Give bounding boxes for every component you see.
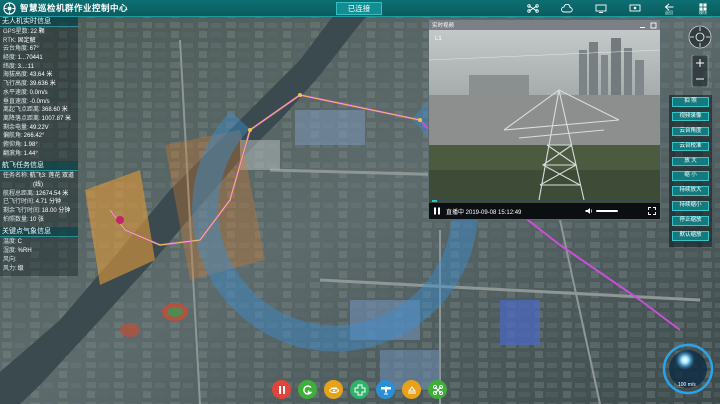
info-row: 剩余飞行时间: 18.00 分钟 <box>3 208 71 215</box>
app-title: 智慧巡检机群作业控制中心 <box>20 3 129 13</box>
monitor-icon[interactable] <box>592 3 610 15</box>
drone-icon <box>328 387 339 393</box>
info-row: 离起飞点距离: 368.60 米 <box>3 107 68 114</box>
drone-info-list: GPS星数: 22 颗 RTK: 固定解 云台角度: 67° 经度: 1...70441… <box>0 27 78 162</box>
pause-icon[interactable] <box>433 207 441 215</box>
position-button[interactable] <box>350 380 369 399</box>
gimbal-angle-button[interactable]: 云台角度 <box>672 126 709 137</box>
live-status-text: 直播中 2019-09-08 15:12:49 <box>446 209 522 216</box>
route-icon <box>302 384 312 395</box>
info-row: 海拔高度: 43.64 米 <box>3 72 53 79</box>
camera-tag: L1 <box>435 36 442 42</box>
stop-zoom-button[interactable]: 停止缩放 <box>672 216 709 226</box>
info-row: 航程总距离: 12674.54 米 <box>3 190 69 197</box>
grid-icon-label: 模块 <box>699 9 707 15</box>
home-drone-icon <box>407 385 416 393</box>
fullscreen-icon[interactable] <box>648 207 656 215</box>
zoom-out-button[interactable]: 缩 小 <box>672 171 709 181</box>
gimbal-calibrate-button[interactable]: 云台校准 <box>672 141 709 152</box>
connection-status-badge[interactable]: 已连接 <box>336 2 382 15</box>
info-row: 温度: C <box>3 239 23 246</box>
info-row: 垂直速度: -0.0m/s <box>3 98 50 105</box>
info-row: 离降落点距离: 1007.87 米 <box>3 115 72 122</box>
back-icon[interactable]: 返回 <box>660 3 678 15</box>
info-row: RTK: 固定解 <box>3 37 36 44</box>
monitor-alt-icon[interactable] <box>626 3 644 15</box>
quadcopter-icon <box>432 384 443 395</box>
default-zoom-button[interactable]: 默认缩放 <box>672 231 709 241</box>
video-title: 实时视频 <box>432 23 455 29</box>
zoom-in-button[interactable]: 放 大 <box>672 156 709 167</box>
photo-button[interactable]: 拍 照 <box>672 97 709 107</box>
drone-info-title: 无人机实时信息 <box>0 17 78 27</box>
pause-icon <box>278 385 285 394</box>
minimize-icon[interactable] <box>639 22 646 29</box>
info-row: 翻滚角: 1.44° <box>3 150 38 157</box>
info-row: 剩余电量: 49.22V <box>3 124 49 131</box>
top-header: 智慧巡检机群作业控制中心 已连接 返回 模块 <box>0 0 720 17</box>
grid-icon[interactable]: 模块 <box>694 2 712 15</box>
back-icon-label: 返回 <box>665 9 673 15</box>
video-controls: 直播中 2019-09-08 15:12:49 <box>429 200 660 219</box>
info-row: 飞行高度: 39.636 米 <box>3 81 56 88</box>
map-zoom-control[interactable] <box>690 55 710 87</box>
info-row: 风向: <box>3 256 17 263</box>
maximize-icon[interactable] <box>650 22 657 29</box>
mission-info-list: 任务名称: 航飞3: 莲花 双道 (线) 航程总距离: 12674.54 米 已飞行… <box>0 171 78 228</box>
info-row: 纬度: 3...:11 <box>3 63 34 70</box>
satellite-icon <box>380 386 391 394</box>
drone-icon[interactable] <box>524 3 542 15</box>
info-row: 经度: 1...70441 <box>3 55 43 62</box>
video-progress-bar[interactable] <box>432 200 657 202</box>
logo-icon <box>3 1 16 15</box>
info-row: 湿度: %RH <box>3 248 32 255</box>
cloud-icon[interactable] <box>558 3 576 15</box>
camera-control-panel: 拍 照 视频录像 云台角度 云台校准 放 大 缩 小 持续放大 持续缩小 停止缩… <box>669 95 712 247</box>
info-row: 偏航角: 266.42° <box>3 133 45 140</box>
left-info-panel: 无人机实时信息 GPS星数: 22 颗 RTK: 固定解 云台角度: 67° 经度: 1… <box>0 17 78 277</box>
info-row: (线) <box>33 182 43 188</box>
info-row: 水平速度: 0.0m/s <box>3 89 48 96</box>
satellite-button[interactable] <box>376 380 395 399</box>
compass-icon[interactable] <box>688 25 712 49</box>
info-row: 拍照数量: 10 张 <box>3 216 45 223</box>
info-row: 风力: 级 <box>3 265 24 272</box>
volume-icon[interactable] <box>585 207 593 215</box>
return-home-button[interactable] <box>402 380 421 399</box>
record-video-button[interactable]: 视频录像 <box>672 111 709 122</box>
info-row: 云台角度: 67° <box>3 46 39 53</box>
header-icon-bar: 返回 模块 <box>524 0 712 17</box>
bottom-toolbar <box>272 380 447 399</box>
crosshair-icon <box>354 384 365 395</box>
pause-button[interactable] <box>272 380 291 399</box>
drone-mode-button[interactable] <box>324 380 343 399</box>
video-feed[interactable]: L1 <box>429 30 660 203</box>
live-video-window[interactable]: 实时视频 L1 直播中 2019-09-08 15:12:49 <box>428 19 661 220</box>
mission-info-title: 航飞任务信息 <box>0 161 78 172</box>
info-row: 任务名称: 航飞3: 莲花 双道 <box>3 173 75 180</box>
continuous-zoom-in-button[interactable]: 持续放大 <box>672 186 709 196</box>
speed-readout: 100 m/s <box>678 382 696 388</box>
info-row: 已飞行时间: 4.71 分钟 <box>3 199 62 206</box>
route-button[interactable] <box>298 380 317 399</box>
weather-info-title: 关键点气象信息 <box>0 227 78 238</box>
info-row: GPS星数: 22 颗 <box>3 29 45 35</box>
swarm-button[interactable] <box>428 380 447 399</box>
continuous-zoom-out-button[interactable]: 持续缩小 <box>672 201 709 211</box>
video-titlebar[interactable]: 实时视频 <box>429 20 660 30</box>
weather-info-list: 温度: C 湿度: %RH 风向: 风力: 级 <box>0 237 78 277</box>
info-row: 俯仰角: 1.98° <box>3 141 38 148</box>
volume-slider[interactable] <box>596 210 618 212</box>
